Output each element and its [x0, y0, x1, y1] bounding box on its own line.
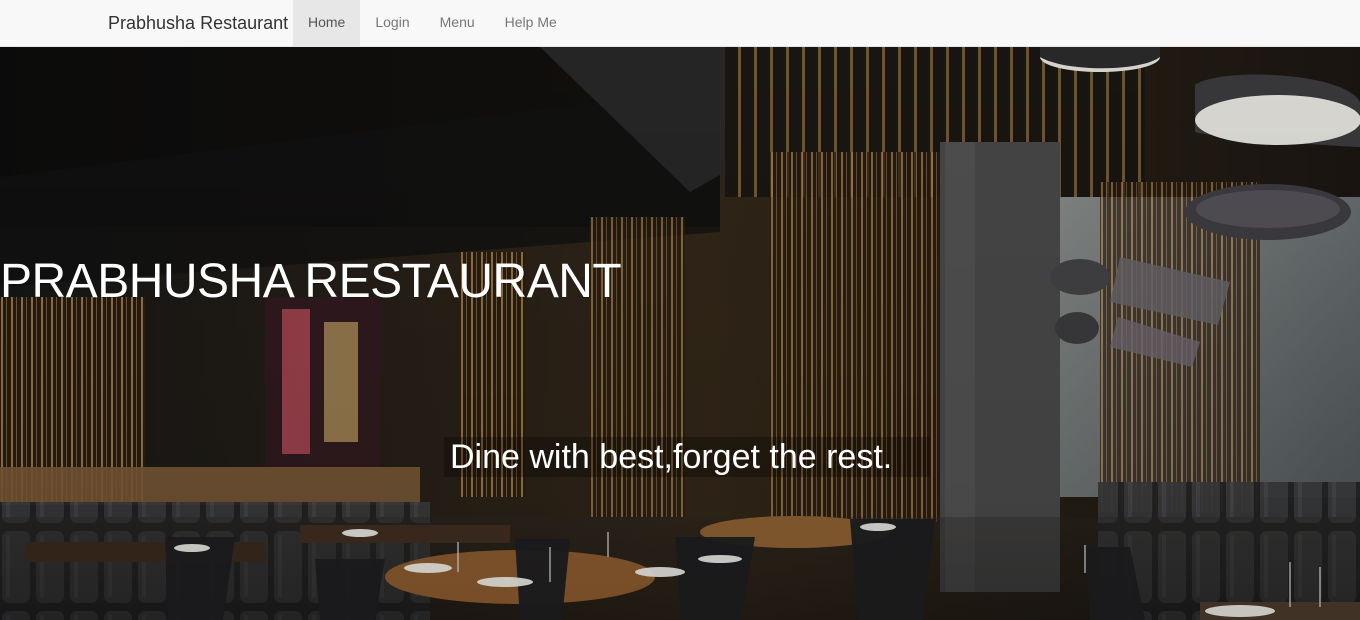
nav-help-link[interactable]: Help Me: [490, 0, 572, 47]
restaurant-interior-image: [0, 47, 1360, 620]
main-navigation: Home Login Menu Help Me: [293, 0, 572, 47]
hero-section: PRABHUSHA RESTAURANT Dine with best,forg…: [0, 47, 1360, 620]
hero-tagline: Dine with best,forget the rest.: [444, 437, 930, 477]
top-navbar: Prabhusha Restaurant Home Login Menu Hel…: [0, 0, 1360, 47]
nav-menu-link[interactable]: Menu: [425, 0, 490, 47]
nav-login-link[interactable]: Login: [360, 0, 424, 47]
nav-home-link[interactable]: Home: [293, 0, 361, 47]
hero-title: PRABHUSHA RESTAURANT: [0, 255, 622, 308]
brand-link[interactable]: Prabhusha Restaurant: [108, 0, 288, 47]
